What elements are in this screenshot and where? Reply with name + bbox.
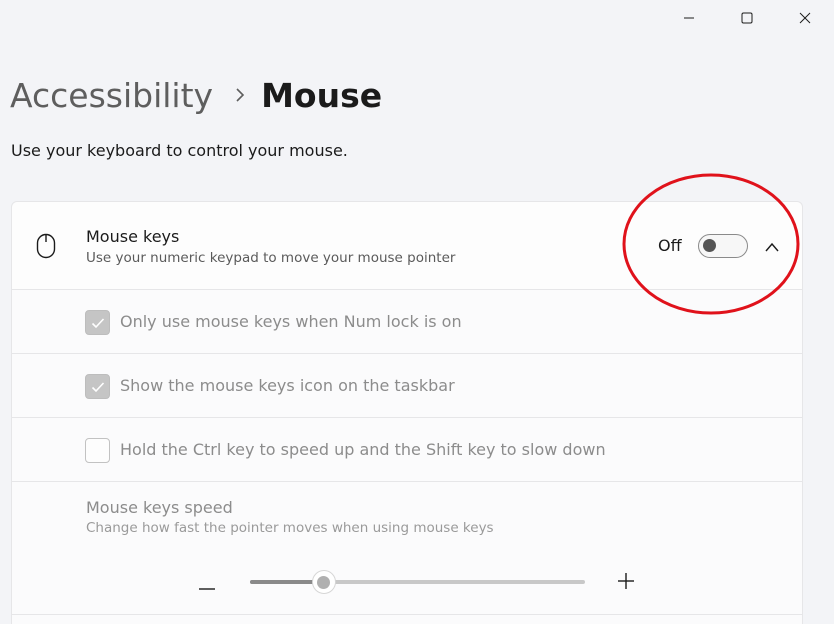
page-title: Mouse — [261, 75, 383, 115]
numlock-checkbox[interactable] — [85, 310, 110, 335]
taskbar-icon-checkbox[interactable] — [85, 374, 110, 399]
maximize-button[interactable] — [718, 0, 776, 36]
mouse-keys-subtitle: Use your numeric keypad to move your mou… — [86, 250, 456, 266]
ctrl-shift-label: Hold the Ctrl key to speed up and the Sh… — [120, 440, 606, 459]
minus-icon[interactable] — [198, 578, 216, 597]
taskbar-icon-label: Show the mouse keys icon on the taskbar — [120, 376, 455, 395]
speed-title: Mouse keys speed — [86, 498, 233, 517]
speed-row: Mouse keys speed Change how fast the poi… — [12, 481, 802, 614]
speed-subtitle: Change how fast the pointer moves when u… — [86, 520, 494, 536]
ctrl-shift-checkbox[interactable] — [85, 438, 110, 463]
checkmark-icon — [91, 317, 104, 328]
title-bar — [660, 0, 834, 36]
mouse-keys-panel: Mouse keys Use your numeric keypad to mo… — [11, 201, 803, 624]
chevron-up-icon[interactable] — [764, 238, 780, 257]
maximize-icon — [741, 12, 753, 24]
page-description: Use your keyboard to control your mouse. — [11, 141, 348, 160]
speed-slider[interactable] — [250, 570, 585, 594]
close-button[interactable] — [776, 0, 834, 36]
mouse-keys-toggle[interactable] — [698, 234, 748, 258]
plus-icon[interactable] — [617, 572, 635, 594]
chevron-right-icon — [235, 87, 245, 103]
checkmark-icon — [91, 381, 104, 392]
mouse-keys-title: Mouse keys — [86, 227, 180, 246]
close-icon — [799, 12, 811, 24]
mouse-keys-row[interactable]: Mouse keys Use your numeric keypad to mo… — [12, 202, 802, 289]
numlock-label: Only use mouse keys when Num lock is on — [120, 312, 462, 331]
minimize-button[interactable] — [660, 0, 718, 36]
slider-thumb-center — [317, 575, 331, 589]
next-row — [12, 614, 802, 624]
slider-thumb[interactable] — [311, 570, 336, 594]
mouse-icon — [36, 233, 56, 263]
breadcrumb-accessibility[interactable]: Accessibility — [10, 76, 213, 115]
option-row-taskbar-icon: Show the mouse keys icon on the taskbar — [12, 353, 802, 417]
option-row-ctrl-shift: Hold the Ctrl key to speed up and the Sh… — [12, 417, 802, 481]
option-row-numlock: Only use mouse keys when Num lock is on — [12, 289, 802, 353]
toggle-state-label: Off — [658, 236, 682, 255]
breadcrumb: Accessibility Mouse — [10, 70, 382, 120]
toggle-knob — [703, 239, 716, 252]
minimize-icon — [684, 17, 694, 19]
